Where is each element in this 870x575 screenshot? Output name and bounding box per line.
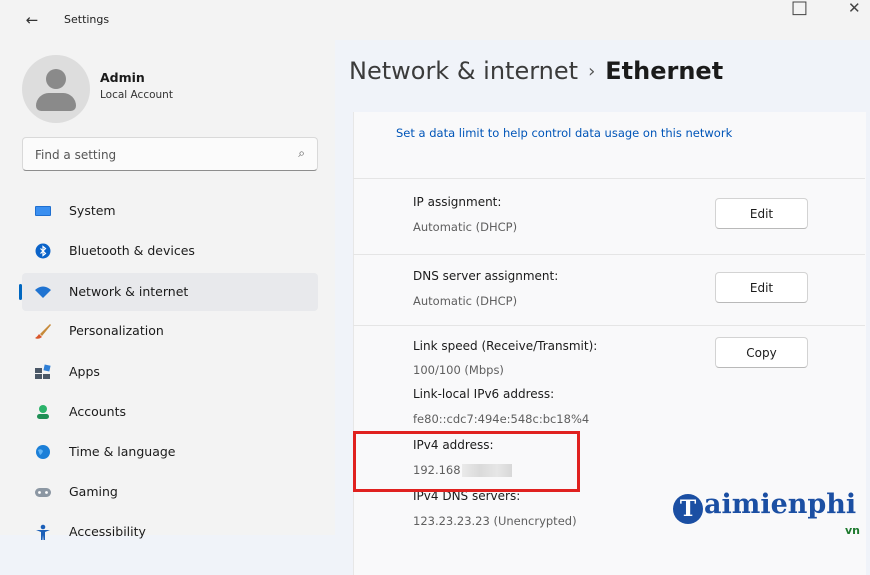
sidebar-item-label: Personalization xyxy=(69,323,164,338)
dns-assignment-edit-button[interactable]: Edit xyxy=(715,272,808,303)
wifi-icon xyxy=(35,286,51,298)
selection-indicator xyxy=(19,284,22,300)
breadcrumb: Network & internet › Ethernet xyxy=(349,57,723,85)
sidebar-item-apps[interactable]: Apps xyxy=(22,353,318,391)
gamepad-icon xyxy=(35,488,51,497)
ip-assignment-edit-button[interactable]: Edit xyxy=(715,198,808,229)
breadcrumb-parent[interactable]: Network & internet xyxy=(349,57,578,85)
user-name: Admin xyxy=(100,70,145,85)
link-speed-label: Link speed (Receive/Transmit): xyxy=(413,339,598,353)
sidebar-item-label: Apps xyxy=(69,364,100,379)
close-button[interactable]: ✕ xyxy=(848,0,861,18)
divider xyxy=(353,178,865,179)
highlight-box xyxy=(353,431,580,492)
watermark-text: aimienphi xyxy=(704,489,857,520)
sidebar-item-label: System xyxy=(69,203,116,218)
search-placeholder: Find a setting xyxy=(35,148,117,162)
sidebar-item-personalization[interactable]: Personalization xyxy=(22,312,318,350)
ipv6-label: Link-local IPv6 address: xyxy=(413,387,555,401)
back-button[interactable]: ← xyxy=(20,10,44,30)
dns-assignment-value: Automatic (DHCP) xyxy=(413,294,518,308)
app-title: Settings xyxy=(64,13,110,26)
sidebar-item-system[interactable]: System xyxy=(22,192,318,230)
dns-assignment-label: DNS server assignment: xyxy=(413,269,559,283)
sidebar-item-accounts[interactable]: Accounts xyxy=(22,393,318,431)
watermark-logo: Taimienphi xyxy=(673,489,856,524)
watermark-logo-mark: T xyxy=(673,494,703,524)
sidebar-item-label: Gaming xyxy=(69,484,118,499)
ip-assignment-label: IP assignment: xyxy=(413,195,502,209)
watermark-suffix: vn xyxy=(845,524,861,537)
divider xyxy=(353,325,865,326)
search-icon: ⌕ xyxy=(298,146,305,160)
sidebar-item-label: Accessibility xyxy=(69,524,146,539)
user-account-type: Local Account xyxy=(100,89,173,101)
system-icon xyxy=(35,206,51,216)
data-limit-link[interactable]: Set a data limit to help control data us… xyxy=(396,126,732,140)
title-bar: ← Settings □ ✕ xyxy=(0,0,870,40)
main-content: Network & internet › Ethernet Set a data l… xyxy=(335,40,870,575)
avatar[interactable] xyxy=(22,55,90,123)
sidebar-item-label: Network & internet xyxy=(69,284,189,299)
dns-servers-value: 123.23.23.23 (Unencrypted) xyxy=(413,514,577,528)
sidebar-item-label: Time & language xyxy=(69,444,176,459)
copy-button[interactable]: Copy xyxy=(715,337,808,368)
page-title: Ethernet xyxy=(605,57,724,85)
avatar-body xyxy=(36,93,76,111)
sidebar-item-gaming[interactable]: Gaming xyxy=(22,473,318,511)
globe-icon xyxy=(36,445,50,459)
sidebar-item-label: Bluetooth & devices xyxy=(69,243,195,258)
brush-icon xyxy=(35,324,51,339)
bluetooth-icon xyxy=(35,243,51,259)
avatar-head xyxy=(46,69,66,89)
sidebar-item-label: Accounts xyxy=(69,404,126,419)
accessibility-icon xyxy=(36,524,50,540)
divider xyxy=(353,254,865,255)
sidebar-item-time-language[interactable]: Time & language xyxy=(22,433,318,471)
sidebar-item-accessibility[interactable]: Accessibility xyxy=(22,513,318,551)
sidebar-item-network[interactable]: Network & internet xyxy=(19,273,318,311)
ipv6-value: fe80::cdc7:494e:548c:bc18%4 xyxy=(413,412,590,426)
ip-assignment-value: Automatic (DHCP) xyxy=(413,220,518,234)
breadcrumb-separator-icon: › xyxy=(588,61,596,82)
link-speed-value: 100/100 (Mbps) xyxy=(413,363,504,377)
sidebar-item-bluetooth[interactable]: Bluetooth & devices xyxy=(22,232,318,270)
person-icon xyxy=(37,405,49,419)
apps-icon xyxy=(35,364,51,379)
search-input[interactable]: Find a setting ⌕ xyxy=(22,137,318,171)
maximize-button[interactable]: □ xyxy=(791,0,808,18)
